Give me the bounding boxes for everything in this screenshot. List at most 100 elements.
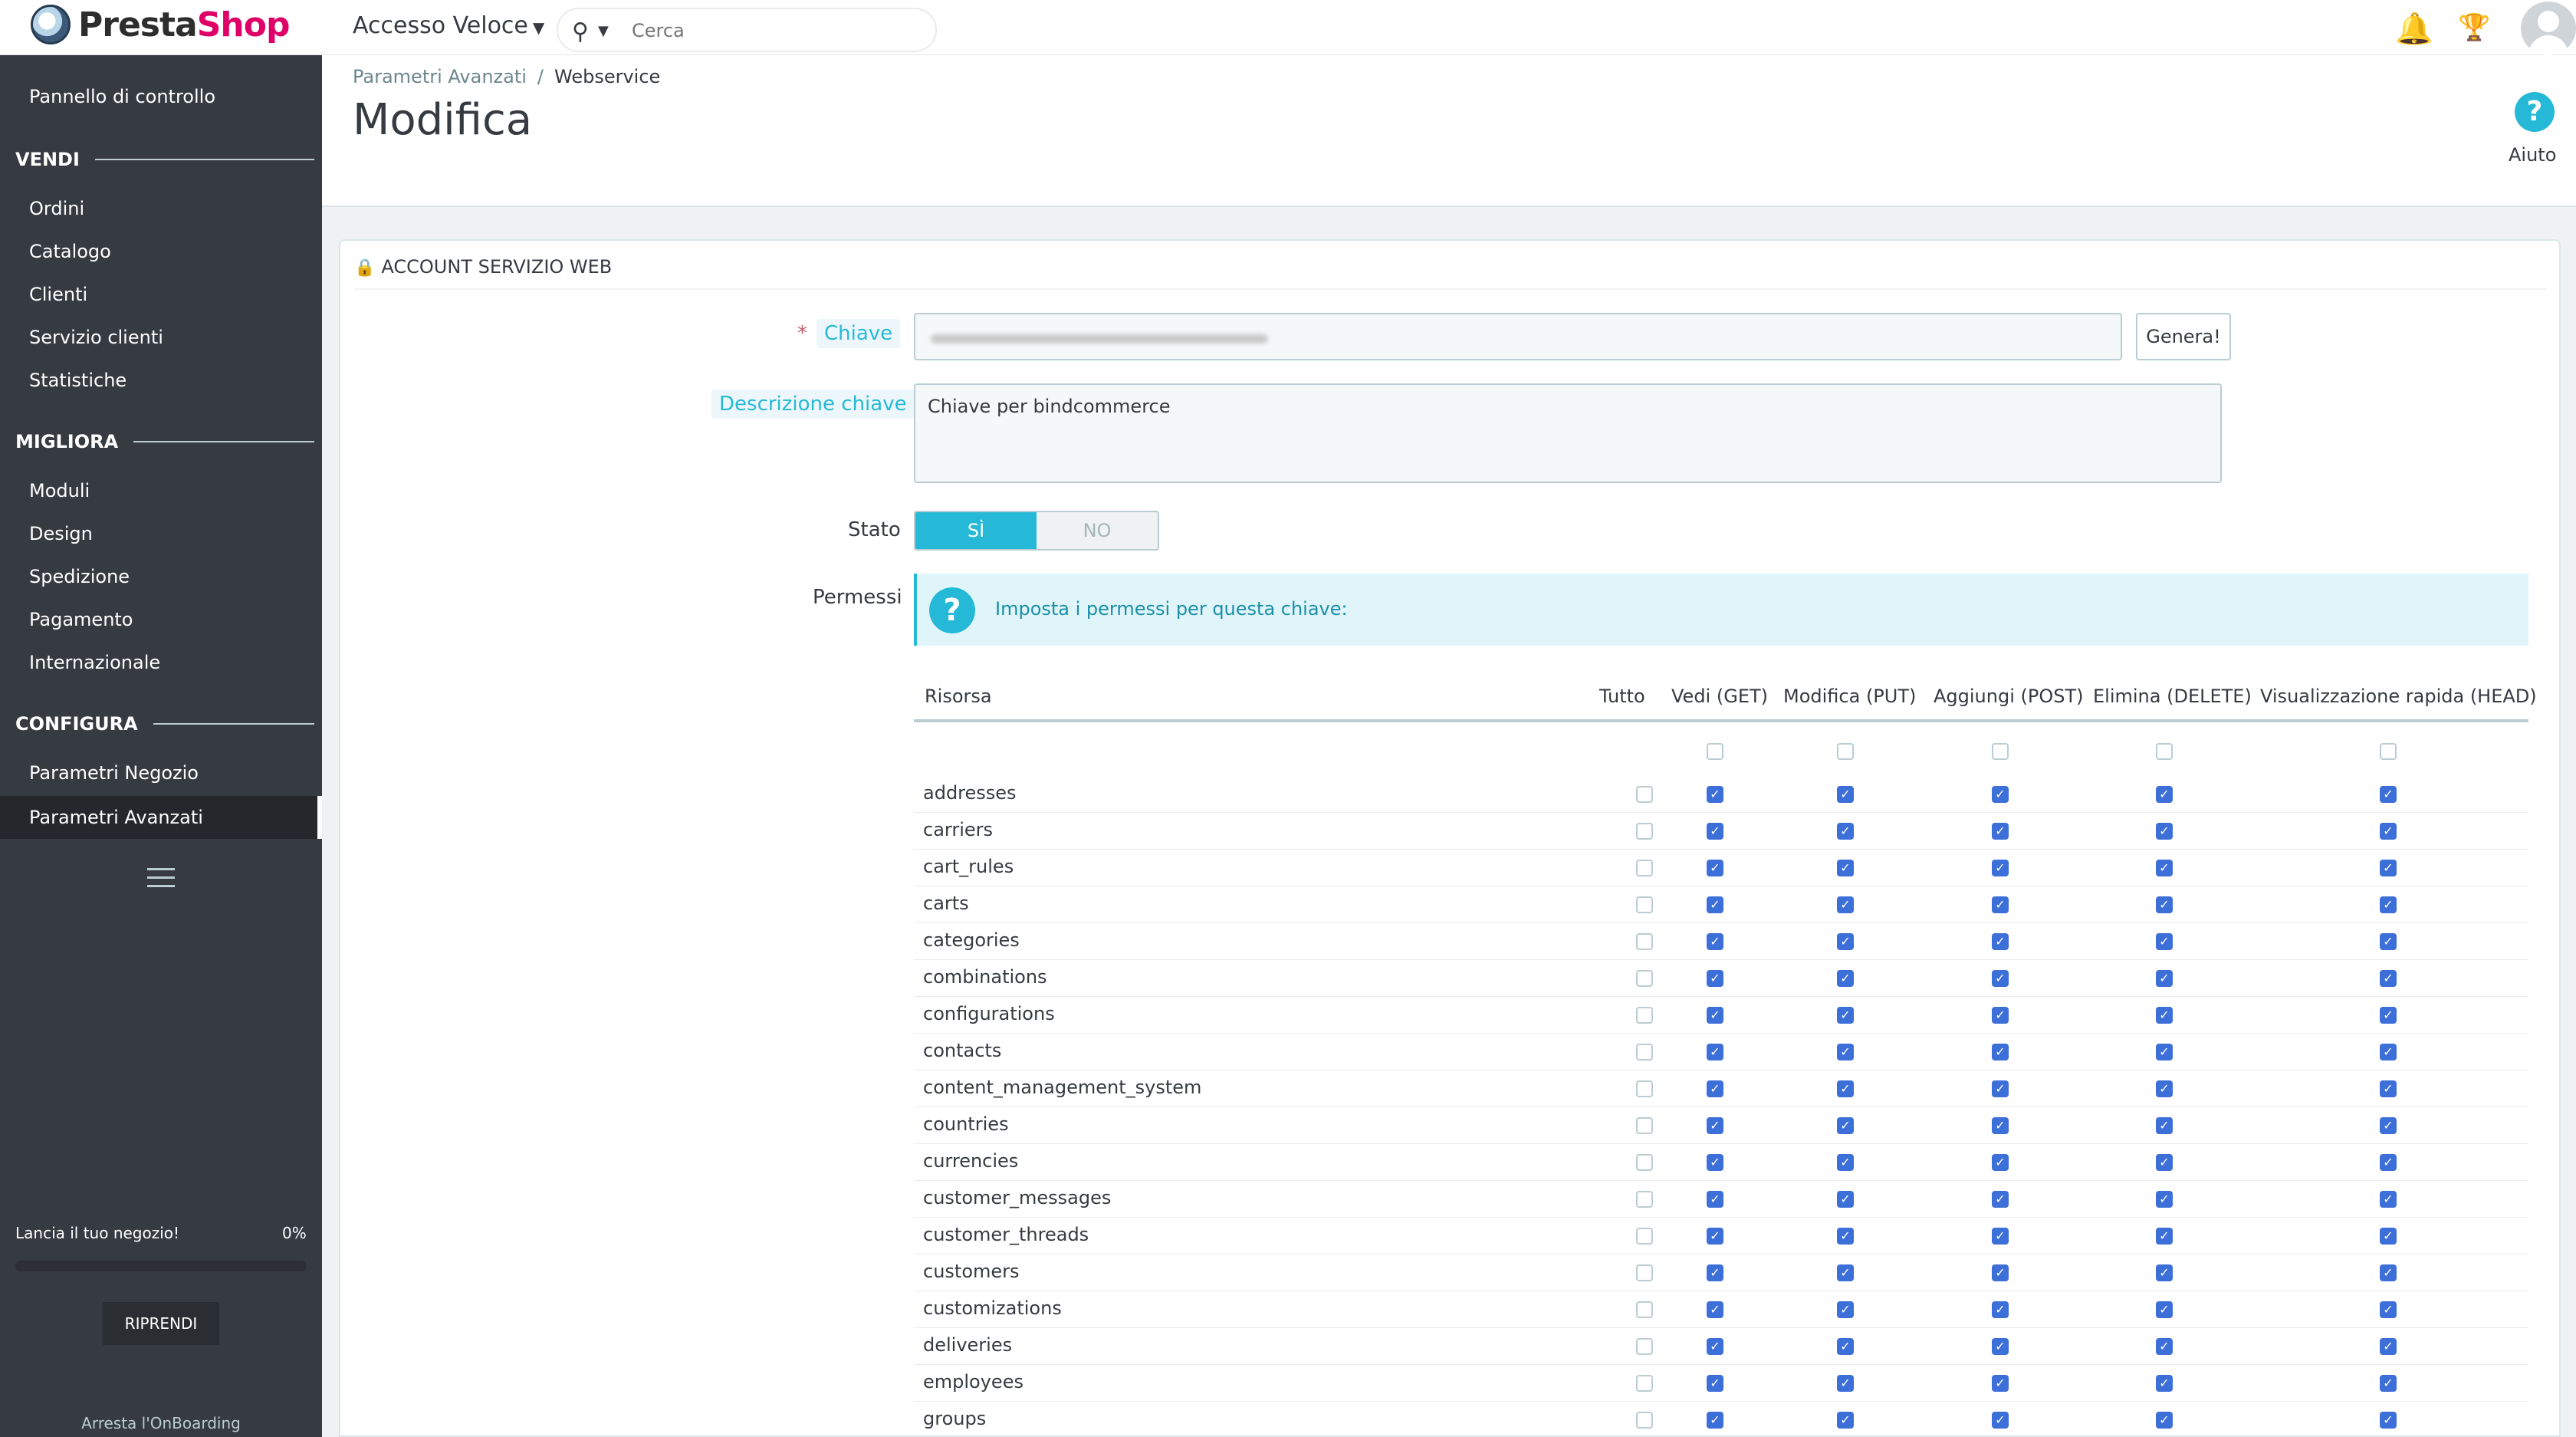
status-toggle[interactable]: SÌ NO — [914, 511, 1159, 551]
sidebar-item-modules[interactable]: Moduli — [0, 469, 322, 512]
head-permission-checkbox[interactable] — [2380, 970, 2397, 987]
get-permission-checkbox[interactable] — [1707, 786, 1723, 803]
all-permission-checkbox[interactable] — [1636, 1191, 1653, 1208]
get-permission-checkbox[interactable] — [1707, 1191, 1723, 1208]
sidebar-item-customers[interactable]: Clienti — [0, 273, 322, 316]
head-permission-checkbox[interactable] — [2380, 786, 2397, 803]
delete-permission-checkbox[interactable] — [2156, 1191, 2173, 1208]
sidebar-item-orders[interactable]: Ordini — [0, 187, 322, 230]
all-permission-checkbox[interactable] — [1636, 1044, 1653, 1060]
select-all-get-checkbox[interactable] — [1707, 743, 1723, 760]
delete-permission-checkbox[interactable] — [2156, 896, 2173, 913]
key-description-textarea[interactable]: Chiave per bindcommerce — [914, 383, 2222, 483]
post-permission-checkbox[interactable] — [1992, 1080, 2009, 1097]
quick-access-dropdown[interactable]: Accesso Veloce ▼ — [353, 12, 544, 39]
head-permission-checkbox[interactable] — [2380, 1117, 2397, 1134]
get-permission-checkbox[interactable] — [1707, 823, 1723, 840]
all-permission-checkbox[interactable] — [1636, 1117, 1653, 1134]
put-permission-checkbox[interactable] — [1837, 1301, 1854, 1318]
trophy-icon[interactable]: 🏆 — [2458, 12, 2490, 43]
delete-permission-checkbox[interactable] — [2156, 786, 2173, 803]
search-input[interactable] — [632, 17, 923, 44]
get-permission-checkbox[interactable] — [1707, 1080, 1723, 1097]
sidebar-item-shipping[interactable]: Spedizione — [0, 555, 322, 598]
head-permission-checkbox[interactable] — [2380, 1412, 2397, 1429]
post-permission-checkbox[interactable] — [1992, 1154, 2009, 1171]
get-permission-checkbox[interactable] — [1707, 970, 1723, 987]
get-permission-checkbox[interactable] — [1707, 1154, 1723, 1171]
head-permission-checkbox[interactable] — [2380, 1154, 2397, 1171]
status-no-option[interactable]: NO — [1037, 512, 1158, 549]
prestashop-logo[interactable]: PrestaShop — [31, 5, 290, 44]
all-permission-checkbox[interactable] — [1636, 1412, 1653, 1429]
all-permission-checkbox[interactable] — [1636, 896, 1653, 913]
delete-permission-checkbox[interactable] — [2156, 1044, 2173, 1060]
head-permission-checkbox[interactable] — [2380, 1228, 2397, 1245]
head-permission-checkbox[interactable] — [2380, 1338, 2397, 1355]
put-permission-checkbox[interactable] — [1837, 1044, 1854, 1060]
post-permission-checkbox[interactable] — [1992, 970, 2009, 987]
all-permission-checkbox[interactable] — [1636, 786, 1653, 803]
post-permission-checkbox[interactable] — [1992, 1338, 2009, 1355]
put-permission-checkbox[interactable] — [1837, 970, 1854, 987]
sidebar-item-shop-parameters[interactable]: Parametri Negozio — [0, 751, 322, 794]
all-permission-checkbox[interactable] — [1636, 1154, 1653, 1171]
select-all-head-checkbox[interactable] — [2380, 743, 2397, 760]
notifications-bell-icon[interactable]: 🔔 — [2395, 11, 2433, 47]
delete-permission-checkbox[interactable] — [2156, 1154, 2173, 1171]
sidebar-item-customer-service[interactable]: Servizio clienti — [0, 316, 322, 359]
head-permission-checkbox[interactable] — [2380, 1191, 2397, 1208]
get-permission-checkbox[interactable] — [1707, 1338, 1723, 1355]
sidebar-item-payment[interactable]: Pagamento — [0, 598, 322, 641]
select-all-post-checkbox[interactable] — [1992, 743, 2009, 760]
get-permission-checkbox[interactable] — [1707, 1301, 1723, 1318]
post-permission-checkbox[interactable] — [1992, 896, 2009, 913]
get-permission-checkbox[interactable] — [1707, 1044, 1723, 1060]
get-permission-checkbox[interactable] — [1707, 933, 1723, 950]
delete-permission-checkbox[interactable] — [2156, 1338, 2173, 1355]
post-permission-checkbox[interactable] — [1992, 933, 2009, 950]
put-permission-checkbox[interactable] — [1837, 823, 1854, 840]
post-permission-checkbox[interactable] — [1992, 1412, 2009, 1429]
put-permission-checkbox[interactable] — [1837, 1007, 1854, 1024]
post-permission-checkbox[interactable] — [1992, 860, 2009, 876]
post-permission-checkbox[interactable] — [1992, 1044, 2009, 1060]
all-permission-checkbox[interactable] — [1636, 1375, 1653, 1392]
post-permission-checkbox[interactable] — [1992, 1228, 2009, 1245]
avatar[interactable] — [2521, 2, 2576, 55]
get-permission-checkbox[interactable] — [1707, 1375, 1723, 1392]
delete-permission-checkbox[interactable] — [2156, 970, 2173, 987]
search-icon[interactable]: ⚲ — [572, 18, 589, 45]
caret-down-icon[interactable]: ▼ — [598, 23, 609, 39]
post-permission-checkbox[interactable] — [1992, 786, 2009, 803]
delete-permission-checkbox[interactable] — [2156, 933, 2173, 950]
menu-collapse-icon[interactable] — [147, 868, 175, 888]
put-permission-checkbox[interactable] — [1837, 1080, 1854, 1097]
put-permission-checkbox[interactable] — [1837, 1154, 1854, 1171]
all-permission-checkbox[interactable] — [1636, 1338, 1653, 1355]
head-permission-checkbox[interactable] — [2380, 823, 2397, 840]
head-permission-checkbox[interactable] — [2380, 1007, 2397, 1024]
post-permission-checkbox[interactable] — [1992, 1301, 2009, 1318]
post-permission-checkbox[interactable] — [1992, 1375, 2009, 1392]
all-permission-checkbox[interactable] — [1636, 1228, 1653, 1245]
delete-permission-checkbox[interactable] — [2156, 1228, 2173, 1245]
key-input[interactable] — [914, 313, 2122, 360]
get-permission-checkbox[interactable] — [1707, 1117, 1723, 1134]
head-permission-checkbox[interactable] — [2380, 1264, 2397, 1281]
status-yes-option[interactable]: SÌ — [915, 512, 1037, 549]
get-permission-checkbox[interactable] — [1707, 896, 1723, 913]
put-permission-checkbox[interactable] — [1837, 1117, 1854, 1134]
help-icon[interactable]: ? — [2515, 92, 2555, 132]
post-permission-checkbox[interactable] — [1992, 1117, 2009, 1134]
put-permission-checkbox[interactable] — [1837, 860, 1854, 876]
get-permission-checkbox[interactable] — [1707, 1228, 1723, 1245]
delete-permission-checkbox[interactable] — [2156, 1080, 2173, 1097]
put-permission-checkbox[interactable] — [1837, 786, 1854, 803]
get-permission-checkbox[interactable] — [1707, 1007, 1723, 1024]
put-permission-checkbox[interactable] — [1837, 933, 1854, 950]
select-all-delete-checkbox[interactable] — [2156, 743, 2173, 760]
stop-onboarding-link[interactable]: Arresta l'OnBoarding — [0, 1414, 322, 1432]
sidebar-item-international[interactable]: Internazionale — [0, 641, 322, 684]
delete-permission-checkbox[interactable] — [2156, 1301, 2173, 1318]
